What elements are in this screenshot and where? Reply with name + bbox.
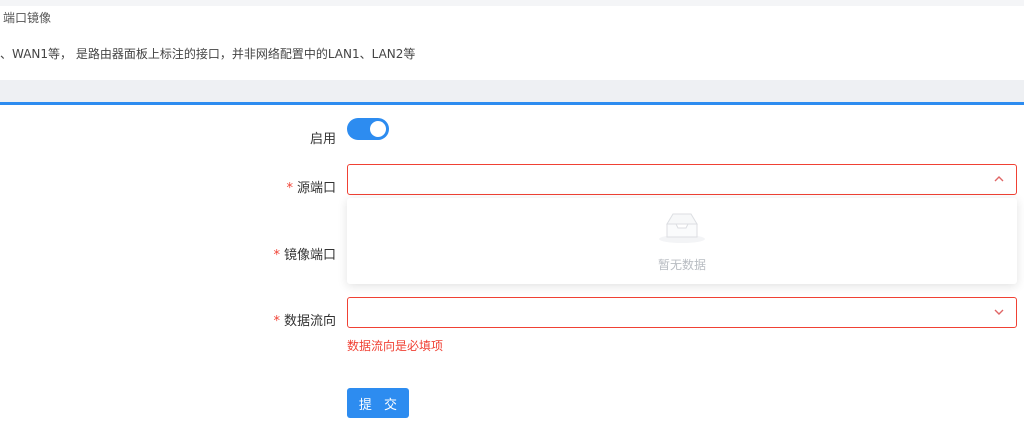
mirror-port-label: * 镜像端口 <box>273 244 336 263</box>
required-mark: * <box>273 314 280 329</box>
direction-error: 数据流向是必填项 <box>347 339 444 353</box>
chevron-up-icon <box>994 176 1004 182</box>
top-band <box>0 0 1024 6</box>
empty-inbox-icon <box>659 213 705 243</box>
direction-select[interactable] <box>347 297 1017 328</box>
direction-label-text: 数据流向 <box>283 314 336 329</box>
required-mark: * <box>273 248 280 263</box>
page-title: 端口镜像 <box>3 11 52 25</box>
submit-button[interactable]: 提 交 <box>347 388 409 418</box>
source-port-label: * 源端口 <box>286 177 336 196</box>
direction-label: * 数据流向 <box>273 310 336 329</box>
section-band <box>0 80 1024 102</box>
enable-label: 启用 <box>309 132 336 147</box>
enable-toggle[interactable] <box>347 118 389 140</box>
source-port-dropdown: 暂无数据 <box>347 198 1017 284</box>
mirror-port-label-text: 镜像端口 <box>283 248 336 263</box>
empty-text: 暂无数据 <box>657 258 706 272</box>
source-port-label-text: 源端口 <box>296 181 336 196</box>
page-note: 、WAN1等， 是路由器面板上标注的接口，并非网络配置中的LAN1、LAN2等 <box>0 47 416 61</box>
section-accent-line <box>0 102 1024 105</box>
toggle-knob <box>370 121 386 137</box>
chevron-down-icon <box>994 309 1004 315</box>
required-mark: * <box>286 181 293 196</box>
source-port-select[interactable] <box>347 164 1017 195</box>
